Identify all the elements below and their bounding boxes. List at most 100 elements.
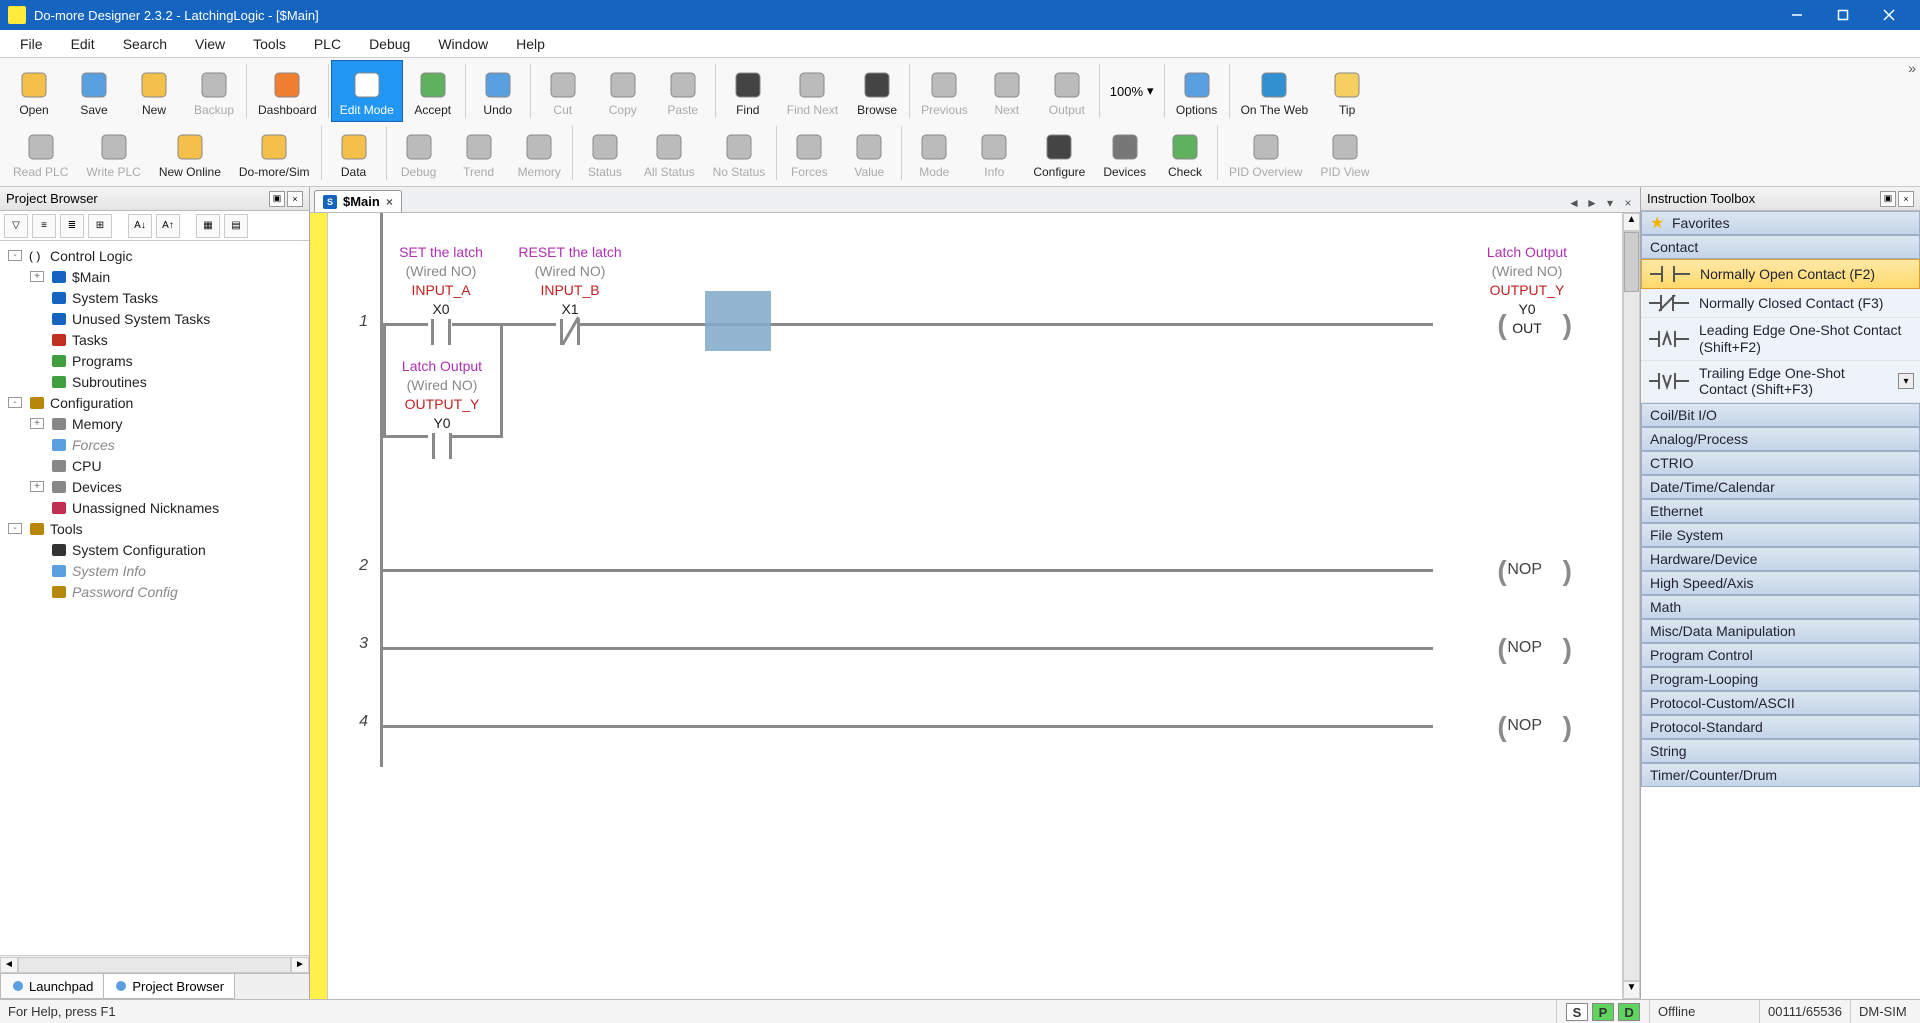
toolbar-check[interactable]: Check: [1155, 122, 1215, 184]
pb-az-desc-icon[interactable]: A↑: [156, 214, 180, 238]
menu-view[interactable]: View: [181, 32, 239, 56]
tree-item[interactable]: +Memory: [2, 413, 307, 434]
toolbar-options[interactable]: Options: [1167, 60, 1227, 122]
tree-item[interactable]: -( )Control Logic: [2, 245, 307, 266]
toolbox-category[interactable]: Timer/Counter/Drum: [1641, 763, 1920, 787]
tree-item[interactable]: Unassigned Nicknames: [2, 497, 307, 518]
menu-window[interactable]: Window: [424, 32, 502, 56]
toolbar-find[interactable]: Find: [718, 60, 778, 122]
menu-tools[interactable]: Tools: [239, 32, 300, 56]
tree-item[interactable]: System Tasks: [2, 287, 307, 308]
tree-item[interactable]: System Info: [2, 560, 307, 581]
tree-item[interactable]: Password Config: [2, 581, 307, 602]
selection-box[interactable]: [705, 291, 771, 351]
pb-grid-icon[interactable]: ▦: [196, 214, 220, 238]
pb-sort1-icon[interactable]: ≡: [32, 214, 56, 238]
tree-item[interactable]: CPU: [2, 455, 307, 476]
toolbar-edit-mode[interactable]: Edit Mode: [331, 60, 403, 122]
toolbar-do-more-sim[interactable]: Do-more/Sim: [230, 122, 319, 184]
toolbar-tip[interactable]: Tip: [1317, 60, 1377, 122]
toolbar-open[interactable]: Open: [4, 60, 64, 122]
toolbox-category[interactable]: CTRIO: [1641, 451, 1920, 475]
bottom-tab-launchpad[interactable]: Launchpad: [0, 974, 104, 999]
pb-sort3-icon[interactable]: ⊞: [88, 214, 112, 238]
tree-item[interactable]: System Configuration: [2, 539, 307, 560]
tabnav-close-icon[interactable]: ×: [1620, 196, 1636, 210]
toolbox-category[interactable]: Ethernet: [1641, 499, 1920, 523]
toolbar-configure[interactable]: Configure: [1024, 122, 1094, 184]
toolbar-new[interactable]: New: [124, 60, 184, 122]
toolbar-overflow-icon[interactable]: »: [1908, 60, 1916, 76]
pb-filter-icon[interactable]: ▽: [4, 214, 28, 238]
toolbox-category[interactable]: Program-Looping: [1641, 667, 1920, 691]
tree-item[interactable]: Tasks: [2, 329, 307, 350]
toolbox-category[interactable]: Date/Time/Calendar: [1641, 475, 1920, 499]
minimize-button[interactable]: [1774, 0, 1820, 30]
toolbar-on-the-web[interactable]: On The Web: [1232, 60, 1318, 122]
tabnav-next-icon[interactable]: ►: [1584, 196, 1600, 210]
toolbox-category[interactable]: Program Control: [1641, 643, 1920, 667]
toolbox-favorites[interactable]: ★Favorites: [1641, 211, 1920, 235]
toolbox-category[interactable]: File System: [1641, 523, 1920, 547]
tabnav-prev-icon[interactable]: ◄: [1566, 196, 1582, 210]
tree-item[interactable]: +Devices: [2, 476, 307, 497]
status-box-s[interactable]: S: [1566, 1003, 1588, 1021]
menu-help[interactable]: Help: [502, 32, 559, 56]
toolbox-category[interactable]: Hardware/Device: [1641, 547, 1920, 571]
status-box-d[interactable]: D: [1618, 1003, 1640, 1021]
toolbox-category[interactable]: Protocol-Standard: [1641, 715, 1920, 739]
contact-input-b[interactable]: RESET the latch (Wired NO) INPUT_B X1: [510, 243, 630, 349]
tree-item[interactable]: -Tools: [2, 518, 307, 539]
status-box-p[interactable]: P: [1592, 1003, 1614, 1021]
toolbox-scroll-icon[interactable]: ▾: [1898, 373, 1914, 389]
toolbar-data[interactable]: Data: [324, 122, 384, 184]
toolbar-new-online[interactable]: New Online: [150, 122, 230, 184]
menu-edit[interactable]: Edit: [57, 32, 109, 56]
toolbox-pin-icon[interactable]: ▣: [1880, 191, 1896, 207]
ladder-editor[interactable]: 1 (): [310, 213, 1622, 999]
menu-debug[interactable]: Debug: [355, 32, 424, 56]
tree-item[interactable]: Forces: [2, 434, 307, 455]
toolbar-accept[interactable]: Accept: [403, 60, 463, 122]
bottom-tab-project-browser[interactable]: Project Browser: [103, 974, 235, 999]
contact-output-y-branch[interactable]: Latch Output (Wired NO) OUTPUT_Y Y0: [392, 357, 492, 463]
toolbox-item[interactable]: Leading Edge One-Shot Contact (Shift+F2): [1641, 318, 1920, 361]
toolbox-item[interactable]: Normally Open Contact (F2): [1641, 259, 1920, 289]
toolbox-category[interactable]: Analog/Process: [1641, 427, 1920, 451]
tree-item[interactable]: Subroutines: [2, 371, 307, 392]
doc-tab-close-icon[interactable]: ×: [386, 195, 393, 209]
toolbox-close-icon[interactable]: ×: [1898, 191, 1914, 207]
toolbar-undo[interactable]: Undo: [468, 60, 528, 122]
toolbox-category[interactable]: Misc/Data Manipulation: [1641, 619, 1920, 643]
document-tab-main[interactable]: S $Main ×: [314, 190, 402, 212]
toolbar-save[interactable]: Save: [64, 60, 124, 122]
tree-item[interactable]: Programs: [2, 350, 307, 371]
toolbox-category[interactable]: High Speed/Axis: [1641, 571, 1920, 595]
project-tree[interactable]: -( )Control Logic +$MainSystem TasksUnus…: [0, 241, 309, 955]
toolbar-devices[interactable]: Devices: [1094, 122, 1155, 184]
toolbar-dashboard[interactable]: Dashboard: [249, 60, 326, 122]
tabnav-list-icon[interactable]: ▾: [1602, 196, 1618, 210]
toolbox-item[interactable]: Normally Closed Contact (F3): [1641, 289, 1920, 318]
toolbox-category[interactable]: Math: [1641, 595, 1920, 619]
toolbox-category[interactable]: Coil/Bit I/O: [1641, 403, 1920, 427]
tree-item[interactable]: -Configuration: [2, 392, 307, 413]
pb-sort2-icon[interactable]: ≣: [60, 214, 84, 238]
project-hscroll[interactable]: ◄►: [0, 955, 309, 973]
panel-pin-icon[interactable]: ▣: [269, 191, 285, 207]
pb-az-asc-icon[interactable]: A↓: [128, 214, 152, 238]
toolbox-category[interactable]: String: [1641, 739, 1920, 763]
toolbox-category[interactable]: Protocol-Custom/ASCII: [1641, 691, 1920, 715]
tree-item[interactable]: Unused System Tasks: [2, 308, 307, 329]
menu-plc[interactable]: PLC: [300, 32, 355, 56]
panel-close-icon[interactable]: ×: [287, 191, 303, 207]
menu-search[interactable]: Search: [109, 32, 181, 56]
tree-item[interactable]: +$Main: [2, 266, 307, 287]
maximize-button[interactable]: [1820, 0, 1866, 30]
toolbox-item[interactable]: Trailing Edge One-Shot Contact (Shift+F3…: [1641, 361, 1920, 404]
toolbox-category[interactable]: Contact: [1641, 235, 1920, 259]
close-button[interactable]: [1866, 0, 1912, 30]
zoom-selector[interactable]: 100% ▾: [1102, 60, 1162, 122]
menu-file[interactable]: File: [6, 32, 57, 56]
toolbar-browse[interactable]: Browse: [847, 60, 907, 122]
